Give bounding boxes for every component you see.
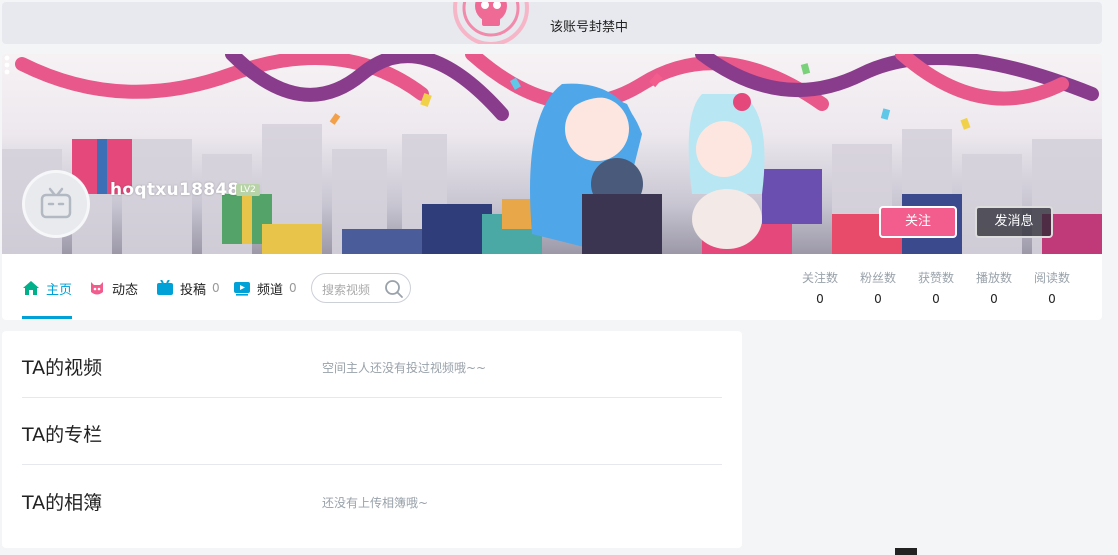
active-tab-underline <box>22 316 72 319</box>
send-message-button[interactable]: 发消息 <box>975 206 1053 238</box>
search-placeholder: 搜索视频 <box>322 283 371 297</box>
stat-followers-value: 0 <box>874 292 882 306</box>
tab-dynamic[interactable]: 动态 <box>88 278 138 298</box>
search-video-input[interactable]: 搜索视频 <box>311 273 411 303</box>
profile-content-panel: TA的视频 空间主人还没有投过视频哦~~ TA的专栏 TA的相簿 还没有上传相簿… <box>2 331 742 548</box>
stat-reads-value: 0 <box>1048 292 1056 306</box>
tv-face-icon <box>40 187 72 219</box>
stat-following[interactable]: 关注数 0 <box>795 269 845 306</box>
stat-plays-value: 0 <box>990 292 998 306</box>
ban-notice-text: 该账号封禁中 <box>550 20 629 35</box>
tab-home-label: 主页 <box>46 282 73 298</box>
section-albums: TA的相簿 还没有上传相簿哦~ <box>22 466 722 533</box>
ban-notice-bar: 该账号封禁中 <box>2 2 1102 44</box>
section-videos-empty-note: 空间主人还没有投过视频哦~~ <box>322 361 487 375</box>
stat-likes: 获赞数 0 <box>911 269 961 306</box>
username: hoqtxu18848 <box>110 180 240 200</box>
tab-upload-count: 0 <box>212 281 220 295</box>
stat-likes-value: 0 <box>932 292 940 306</box>
section-videos: TA的视频 空间主人还没有投过视频哦~~ <box>22 331 722 398</box>
section-articles-title[interactable]: TA的专栏 <box>22 420 102 447</box>
stat-plays: 播放数 0 <box>969 269 1019 306</box>
channel-icon <box>234 282 250 296</box>
partial-element <box>895 548 917 555</box>
tab-home[interactable]: 主页 <box>22 278 72 298</box>
stat-followers[interactable]: 粉丝数 0 <box>853 269 903 306</box>
tab-dynamic-label: 动态 <box>112 282 139 298</box>
tab-channel-count: 0 <box>289 281 297 295</box>
tab-upload-label: 投稿 <box>180 282 207 298</box>
stat-likes-label: 获赞数 <box>917 271 954 285</box>
section-videos-title[interactable]: TA的视频 <box>22 353 102 380</box>
upload-icon <box>157 280 173 295</box>
stat-following-label: 关注数 <box>801 271 838 285</box>
profile-nav: 主页 动态 投稿 0 频道 0 搜索视频 关注数 0 粉丝数 0 获赞数 0 播… <box>2 254 1102 320</box>
section-albums-title[interactable]: TA的相簿 <box>22 488 102 515</box>
dynamic-icon <box>91 282 103 295</box>
level-badge: LV2 <box>236 184 260 196</box>
tab-channel-label: 频道 <box>257 282 284 298</box>
section-articles: TA的专栏 <box>22 398 722 465</box>
search-icon[interactable] <box>384 279 404 299</box>
stat-following-value: 0 <box>816 292 824 306</box>
follow-button[interactable]: 关注 <box>879 206 957 238</box>
skull-icon <box>453 2 529 44</box>
stat-followers-label: 粉丝数 <box>859 271 896 285</box>
tab-channel[interactable]: 频道 0 <box>233 278 297 298</box>
home-icon <box>23 281 39 295</box>
avatar[interactable] <box>22 170 90 238</box>
stat-reads: 阅读数 0 <box>1027 269 1077 306</box>
stat-plays-label: 播放数 <box>975 271 1012 285</box>
tab-upload[interactable]: 投稿 0 <box>156 278 220 298</box>
more-vertical-icon[interactable] <box>2 54 12 76</box>
stat-reads-label: 阅读数 <box>1033 271 1070 285</box>
section-albums-empty-note: 还没有上传相簿哦~ <box>322 496 429 510</box>
